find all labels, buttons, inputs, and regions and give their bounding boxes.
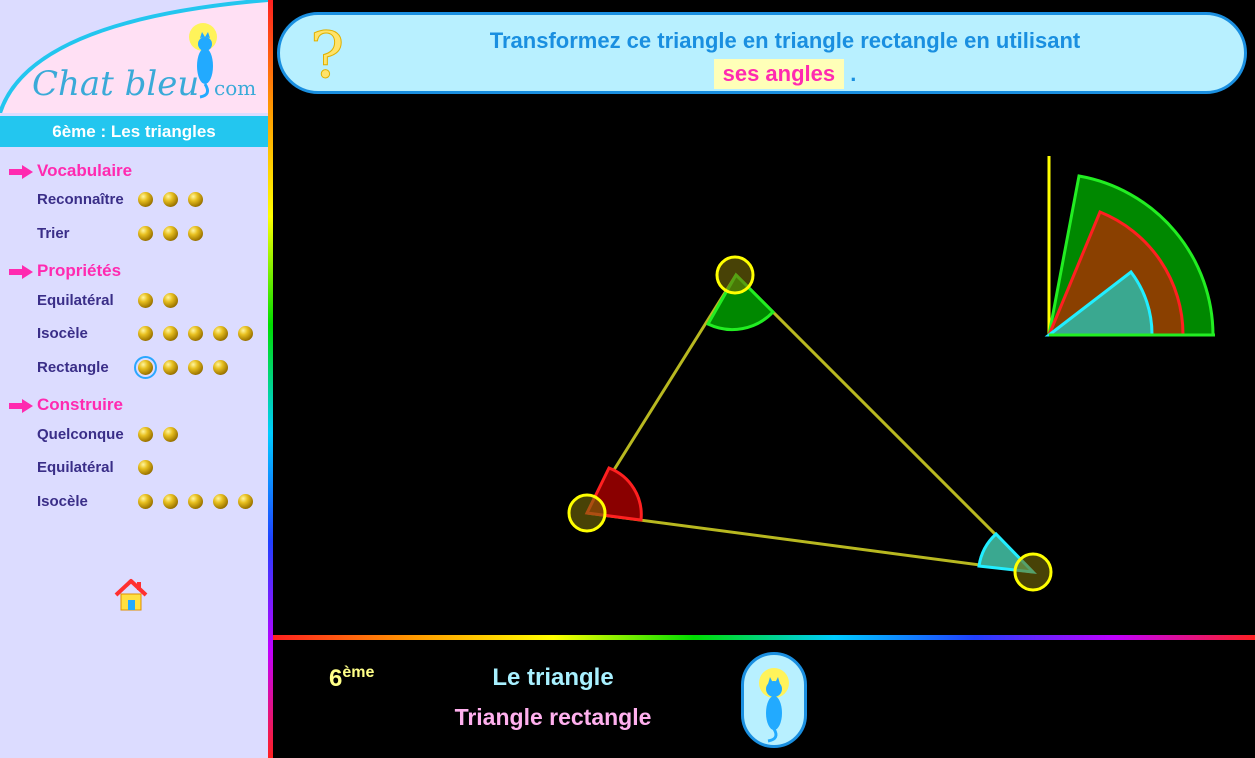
- section-label: Construire: [37, 395, 123, 414]
- level-dot[interactable]: [138, 494, 153, 509]
- instruction-tail: .: [850, 61, 857, 86]
- sidebar-item-equilateral[interactable]: Equilatéral: [37, 290, 114, 312]
- sidebar-item-isocele[interactable]: Isocèle: [37, 323, 88, 345]
- level-dot[interactable]: [163, 293, 178, 308]
- level-dot[interactable]: [138, 226, 153, 241]
- level-dot[interactable]: [238, 494, 253, 509]
- level-dot[interactable]: [163, 427, 178, 442]
- level-dot[interactable]: [138, 460, 153, 475]
- sidebar: Chat bleu com 6ème : Les triangles Vocab…: [0, 0, 268, 758]
- section-construire: Construire: [8, 394, 123, 416]
- level-dot[interactable]: [188, 360, 203, 375]
- level-dot[interactable]: [163, 226, 178, 241]
- level-dot-selected[interactable]: [134, 356, 157, 379]
- level-dot[interactable]: [238, 326, 253, 341]
- level-dot[interactable]: [138, 192, 153, 207]
- triangle-side-bottom: [586, 511, 1034, 574]
- footer: 6ème Le triangle Triangle rectangle: [273, 640, 1255, 758]
- level-dot[interactable]: [163, 326, 178, 341]
- level-dot[interactable]: [213, 326, 228, 341]
- level-dot[interactable]: [188, 326, 203, 341]
- sidebar-item-construire-equilateral[interactable]: Equilatéral: [37, 457, 114, 479]
- logo-text: Chat bleu: [32, 64, 199, 104]
- arrow-icon: [9, 264, 33, 279]
- level-dot[interactable]: [138, 427, 153, 442]
- level-dot[interactable]: [188, 192, 203, 207]
- sidebar-item-reconnaitre[interactable]: Reconnaître: [37, 189, 124, 211]
- grade-label: 6ème: [329, 664, 375, 692]
- level-dot[interactable]: [163, 494, 178, 509]
- chatbleu-logo: Chat bleu com: [0, 0, 268, 113]
- arrow-icon: [9, 398, 33, 413]
- level-dot[interactable]: [213, 360, 228, 375]
- arrow-icon: [9, 164, 33, 179]
- vertex-handle-left[interactable]: [567, 493, 607, 533]
- sidebar-header: 6ème : Les triangles: [0, 116, 268, 147]
- section-vocabulaire: Vocabulaire: [8, 160, 132, 182]
- section-label: Propriétés: [37, 261, 122, 280]
- vertex-handle-right[interactable]: [1013, 552, 1053, 592]
- sidebar-item-quelconque[interactable]: Quelconque: [37, 424, 124, 446]
- instruction-highlight: ses angles: [713, 59, 845, 89]
- question-mark-icon: ?: [309, 19, 345, 94]
- instruction-line-2: ses angles .: [400, 59, 1170, 89]
- vertex-handle-top[interactable]: [715, 255, 755, 295]
- cat-mascot-button[interactable]: [741, 652, 807, 748]
- level-dot[interactable]: [138, 293, 153, 308]
- angle-sum-protractor: [1044, 156, 1215, 337]
- level-dot[interactable]: [163, 192, 178, 207]
- home-icon[interactable]: [113, 578, 149, 612]
- cat-icon: [759, 668, 789, 743]
- level-dot[interactable]: [163, 360, 178, 375]
- section-label: Vocabulaire: [37, 161, 133, 180]
- instruction-banner: ? Transformez ce triangle en triangle re…: [277, 12, 1247, 94]
- level-dot[interactable]: [188, 494, 203, 509]
- sidebar-item-trier[interactable]: Trier: [37, 223, 70, 245]
- subchapter-title: Triangle rectangle: [454, 704, 652, 730]
- level-dot[interactable]: [138, 326, 153, 341]
- logo-suffix: com: [214, 76, 256, 100]
- section-proprietes: Propriétés: [8, 260, 121, 282]
- level-dot[interactable]: [188, 226, 203, 241]
- triangle-side-top-right: [734, 273, 1035, 574]
- triangle-stage: [567, 156, 1215, 592]
- instruction-line-1: Transformez ce triangle en triangle rect…: [489, 28, 1081, 53]
- level-dot[interactable]: [213, 494, 228, 509]
- chapter-title: Le triangle: [492, 664, 614, 691]
- sidebar-item-construire-isocele[interactable]: Isocèle: [37, 491, 88, 513]
- sidebar-item-rectangle[interactable]: Rectangle: [37, 357, 109, 379]
